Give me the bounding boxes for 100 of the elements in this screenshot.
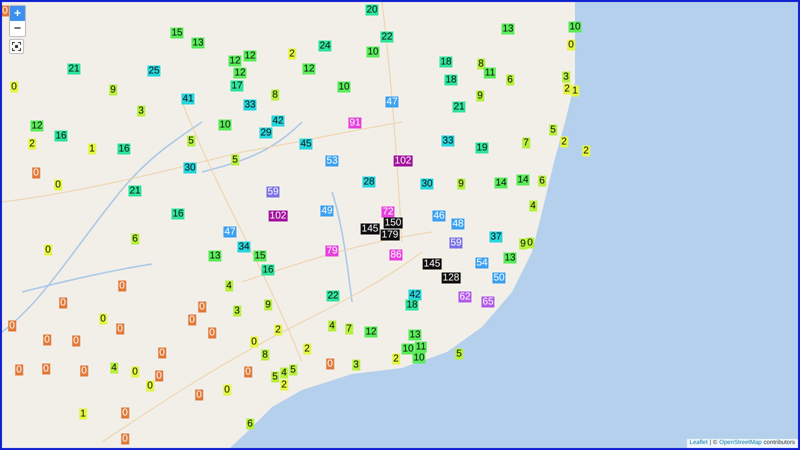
rainfall-marker: 4 [328,320,336,332]
rainfall-marker: 30 [183,162,197,174]
rainfall-marker: 16 [171,208,185,220]
rainfall-marker: 102 [268,210,288,222]
rainfall-marker: 0 [244,366,252,378]
rainfall-marker: 145 [360,224,380,234]
rainfall-marker: 53 [325,156,339,166]
rainfall-marker: 0 [121,408,129,418]
rainfall-marker: 2 [563,84,571,94]
rainfall-marker: 59 [266,186,280,198]
rainfall-marker: 8 [271,90,279,100]
rainfall-marker: 14 [494,178,508,188]
rainfall-marker: 4 [280,368,288,378]
rainfall-marker: 2 [392,354,400,364]
rainfall-marker: 28 [362,176,376,188]
rainfall-marker: 0 [526,238,534,248]
rainfall-marker: 6 [246,418,254,430]
rainfall-marker: 9 [109,84,117,96]
rainfall-marker: 25 [147,66,161,76]
rainfall-marker: 0 [8,320,16,332]
rainfall-marker: 179 [380,230,400,240]
rainfall-marker: 0 [43,334,51,346]
rainfall-marker: 4 [225,280,233,292]
rainfall-marker: 6 [506,74,514,86]
rainfall-marker: 0 [567,40,575,50]
rainfall-marker: 50 [492,272,506,284]
rainfall-marker: 10 [412,352,426,364]
rainfall-marker: 3 [233,306,241,316]
rainfall-marker: 29 [259,128,273,138]
rainfall-marker: 2 [560,136,568,148]
rainfall-marker: 128 [442,272,460,284]
rainfall-marker: 6 [131,234,139,244]
rainfall-marker: 9 [519,238,527,250]
rainfall-marker: 47 [385,96,399,108]
rainfall-marker: 5 [231,154,239,166]
rainfall-marker: 12 [233,68,247,78]
rainfall-marker: 2 [303,344,311,354]
rainfall-marker: 0 [326,358,334,370]
rainfall-marker: 145 [422,258,442,270]
rainfall-marker: 5 [455,348,463,360]
fit-bounds-button[interactable] [9,39,24,54]
rainfall-marker: 12 [302,64,316,74]
rainfall-marker: 86 [389,250,403,260]
rainfall-marker: 10 [337,82,351,92]
rainfall-marker: 3 [352,360,360,370]
rainfall-marker: 1 [88,144,96,154]
rainfall-marker: 33 [243,100,257,110]
rainfall-marker: 0 [2,6,9,16]
rainfall-marker: 2 [288,48,296,60]
rainfall-marker: 42 [408,290,422,300]
rainfall-marker: 1 [571,86,579,96]
rainfall-marker: 12 [30,120,44,132]
rainfall-marker: 34 [237,242,251,252]
rainfall-marker: 46 [432,210,446,222]
rainfall-marker: 10 [401,344,415,354]
rainfall-marker: 5 [549,124,557,136]
fullscreen-icon [12,42,21,51]
rainfall-marker: 12 [364,326,378,338]
rainfall-marker: 13 [503,252,517,264]
rainfall-marker: 21 [128,186,142,196]
rainfall-marker: 3 [137,106,145,116]
rainfall-marker: 0 [208,328,216,338]
rainfall-marker: 16 [54,130,68,142]
rainfall-marker: 12 [228,56,242,66]
rainfall-marker: 13 [208,250,222,262]
rainfall-marker: 0 [44,244,52,256]
rainfall-marker: 13 [408,330,422,340]
rainfall-marker: 49 [320,206,334,216]
rainfall-marker: 0 [155,370,163,382]
rainfall-marker: 0 [131,366,139,378]
rainfall-marker: 0 [59,298,67,308]
zoom-in-button[interactable]: + [10,6,25,21]
rainfall-marker: 3 [562,72,570,82]
rainfall-marker: 1 [79,408,87,420]
rainfall-marker: 59 [449,238,463,248]
rainfall-marker: 54 [475,258,489,268]
rainfall-marker: 2 [280,380,288,390]
rainfall-marker: 0 [32,168,40,178]
rainfall-marker: 0 [42,364,50,374]
rainfall-marker: 48 [451,218,465,230]
rainfall-marker: 13 [191,38,205,48]
rainfall-marker: 22 [380,32,394,42]
rainfall-marker: 16 [117,144,131,154]
rainfall-marker: 19 [475,142,489,154]
rainfall-marker: 12 [243,50,257,62]
rainfall-marker: 13 [501,24,515,34]
rainfall-marker: 42 [271,116,285,126]
rainfall-marker: 0 [54,180,62,190]
rainfall-marker: 15 [253,250,267,262]
rainfall-marker: 10 [366,46,380,58]
rainfall-marker: 18 [444,74,458,86]
rainfall-marker: 24 [318,40,332,52]
rainfall-marker: 45 [299,138,313,150]
rainfall-marker: 8 [477,58,485,70]
rainfall-marker: 41 [181,94,195,104]
rainfall-marker: 0 [72,336,80,346]
rainfall-marker: 16 [261,264,275,276]
rainfall-marker: 9 [264,300,272,310]
rainfall-marker: 0 [250,336,258,348]
rainfall-marker: 37 [489,232,503,242]
